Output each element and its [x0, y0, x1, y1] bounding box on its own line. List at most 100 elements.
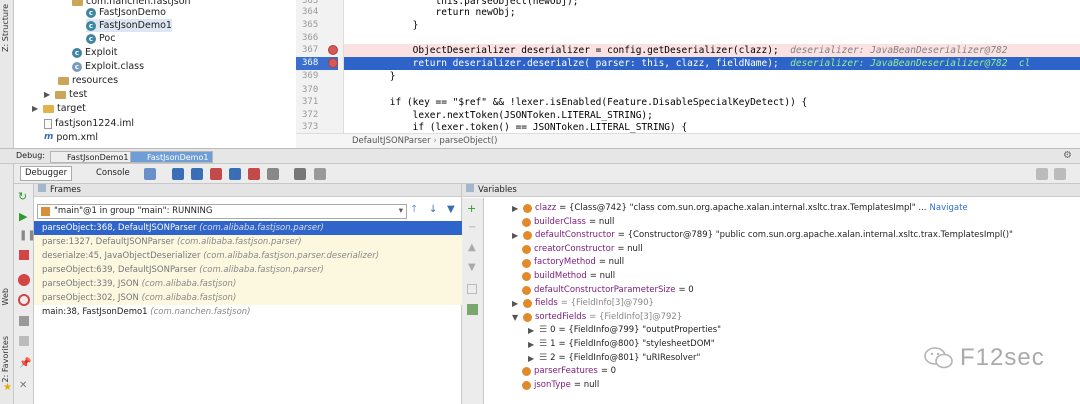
copy-icon[interactable] [467, 284, 477, 294]
field-icon [523, 204, 532, 214]
tree-item[interactable]: c FastJsonDemo [86, 6, 166, 19]
field-icon [522, 258, 531, 268]
breadcrumb-item[interactable]: parseObject() [439, 136, 497, 146]
variable-row[interactable]: jsonType = null [522, 379, 599, 393]
tree-item[interactable]: m pom.xml [44, 131, 98, 144]
debug-session-tab-active[interactable]: FastJsonDemo1 [130, 151, 214, 163]
variable-row[interactable]: creatorConstructor = null [522, 243, 643, 257]
debug-actions-toolbar: ↻ ▶ ❚❚ 📌 ✕ [14, 184, 36, 404]
line-number: 371 [302, 97, 319, 107]
variable-row[interactable]: ▶ fields = {FieldInfo[3]@790} [512, 297, 654, 311]
restore-layout-icon[interactable] [1036, 168, 1048, 180]
add-watch-icon[interactable]: + [467, 202, 476, 215]
frame-row[interactable]: parse:1327, DefaultJSONParser (com.aliba… [34, 235, 462, 249]
frame-row[interactable]: parseObject:639, DefaultJSONParser (com.… [34, 263, 462, 277]
array-item-icon: ☰ [539, 339, 548, 349]
variable-row[interactable]: ▶ ☰ 2 = {FieldInfo@801} "uRIResolver" [528, 352, 700, 366]
gear-icon[interactable]: ⚙ [1063, 150, 1072, 161]
mute-breakpoints-icon[interactable] [18, 294, 30, 306]
variable-row[interactable]: factoryMethod = null [522, 256, 624, 270]
chevron-down-icon[interactable]: ▾ [399, 205, 403, 218]
code-editor[interactable]: this.parseObject(newObj); return newObj;… [344, 0, 1080, 133]
force-step-into-icon[interactable] [210, 168, 222, 180]
chevron-right-icon[interactable]: ▶ [44, 88, 52, 101]
tree-item[interactable]: fastjson1224.iml [44, 117, 134, 130]
chevron-right-icon[interactable]: ▶ [528, 352, 536, 366]
chevron-right-icon[interactable]: ▶ [528, 338, 536, 352]
tree-item[interactable]: ▶ target [32, 102, 86, 115]
breakpoint-icon[interactable] [328, 58, 338, 68]
remove-watch-icon[interactable]: − [468, 222, 476, 233]
breadcrumb-item[interactable]: DefaultJSONParser [352, 136, 431, 146]
close-icon[interactable]: ✕ [19, 380, 27, 391]
debug-tab-bar: Debug: FastJsonDemo1 FastJsonDemo1 ⚙ [0, 148, 1080, 164]
code-line-breakpoint: ObjectDeserializer deserializer = config… [344, 44, 1080, 57]
filter-icon[interactable]: ▼ [447, 204, 455, 215]
line-number: 365 [302, 20, 319, 30]
arrow-down-icon[interactable]: ↓ [429, 204, 437, 215]
tree-item[interactable]: c Exploit.class [72, 60, 144, 73]
run-to-cursor-icon[interactable] [267, 168, 279, 180]
variable-row[interactable]: defaultConstructorParameterSize = 0 [522, 284, 694, 298]
debug-session-tab[interactable]: FastJsonDemo1 [50, 151, 134, 163]
breadcrumb: DefaultJSONParser › parseObject() [296, 133, 1080, 148]
arrow-up-icon[interactable]: ↑ [410, 204, 418, 215]
resume-icon[interactable]: ▶ [19, 210, 27, 223]
frame-row[interactable]: parseObject:339, JSON (com.alibaba.fastj… [34, 277, 462, 291]
frame-row[interactable]: deserialze:45, JavaObjectDeserializer (c… [34, 249, 462, 263]
chevron-right-icon[interactable]: ▶ [528, 324, 536, 338]
stop-icon[interactable] [19, 250, 29, 260]
structure-tab[interactable]: Z: Structure [1, 4, 10, 52]
frame-row[interactable]: main:38, FastJsonDemo1 (com.nanchen.fast… [34, 305, 462, 319]
line-number: 369 [302, 71, 319, 81]
chevron-down-icon[interactable]: ▼ [512, 311, 520, 325]
rerun-icon[interactable]: ↻ [18, 190, 27, 203]
tree-item[interactable]: resources [58, 74, 118, 87]
settings-icon[interactable] [314, 168, 326, 180]
evaluate-expression-icon[interactable] [294, 168, 306, 180]
thread-select[interactable]: "main"@1 in group "main": RUNNING ▾ [37, 204, 407, 219]
field-icon [522, 285, 531, 295]
variable-row[interactable]: buildMethod = null [522, 270, 615, 284]
variable-row[interactable]: ▼ sortedFields = {FieldInfo[3]@792} [512, 311, 682, 325]
step-out-icon[interactable] [229, 168, 241, 180]
array-item-icon: ☰ [539, 352, 548, 363]
breakpoint-icon[interactable] [328, 45, 338, 55]
variable-row[interactable]: ▶ ☰ 0 = {FieldInfo@799} "outputProperties" [528, 324, 721, 338]
move-down-icon[interactable]: ▼ [468, 262, 476, 273]
variable-row[interactable]: ▶ defaultConstructor = {Constructor@789} "… [512, 229, 1013, 243]
step-into-icon[interactable] [191, 168, 203, 180]
code-line-current: return deserializer.deserialze( parser: … [344, 57, 1080, 70]
layout-icon[interactable] [1054, 168, 1066, 180]
chevron-right-icon[interactable]: ▶ [32, 102, 40, 115]
show-watches-icon[interactable] [467, 304, 478, 315]
folder-icon [55, 90, 66, 99]
console-tab[interactable]: Console [82, 166, 134, 181]
debugger-tab[interactable]: Debugger [20, 166, 73, 181]
chevron-right-icon[interactable]: ▶ [512, 297, 520, 311]
tree-item[interactable]: c Poc [86, 32, 115, 45]
variable-row[interactable]: ▶ clazz = {Class@742} "class com.sun.org.a… [512, 202, 968, 216]
favorites-tab[interactable]: 2: Favorites [1, 336, 10, 382]
tree-item[interactable]: c Exploit [72, 46, 117, 59]
step-over-icon[interactable] [172, 168, 184, 180]
variable-row[interactable]: ▶ ☰ 1 = {FieldInfo@800} "stylesheetDOM" [528, 338, 715, 352]
frame-row[interactable]: parseObject:302, JSON (com.alibaba.fastj… [34, 291, 462, 305]
variable-row[interactable]: builderClass = null [522, 216, 614, 230]
web-tab[interactable]: Web [1, 288, 10, 305]
tree-item[interactable]: ▶ test [44, 88, 87, 101]
variable-row[interactable]: parserFeatures = 0 [522, 365, 616, 379]
chevron-right-icon[interactable]: ▶ [512, 229, 520, 243]
chevron-right-icon[interactable]: ▶ [512, 202, 520, 216]
drop-frame-icon[interactable] [248, 168, 260, 180]
frames-panel: Frames "main"@1 in group "main": RUNNING… [34, 184, 462, 404]
frame-row-current[interactable]: parseObject:368, DefaultJSONParser (com.… [34, 221, 462, 235]
move-up-icon[interactable]: ▲ [468, 242, 476, 253]
camera-icon[interactable] [19, 316, 29, 326]
pin-icon[interactable]: 📌 [19, 358, 31, 369]
view-breakpoints-icon[interactable] [18, 274, 30, 286]
restore-icon[interactable] [19, 336, 29, 346]
navigate-link[interactable]: Navigate [930, 202, 968, 216]
tree-item[interactable]: c FastJsonDemo1 [86, 19, 172, 32]
show-execution-point-icon[interactable] [144, 168, 156, 180]
